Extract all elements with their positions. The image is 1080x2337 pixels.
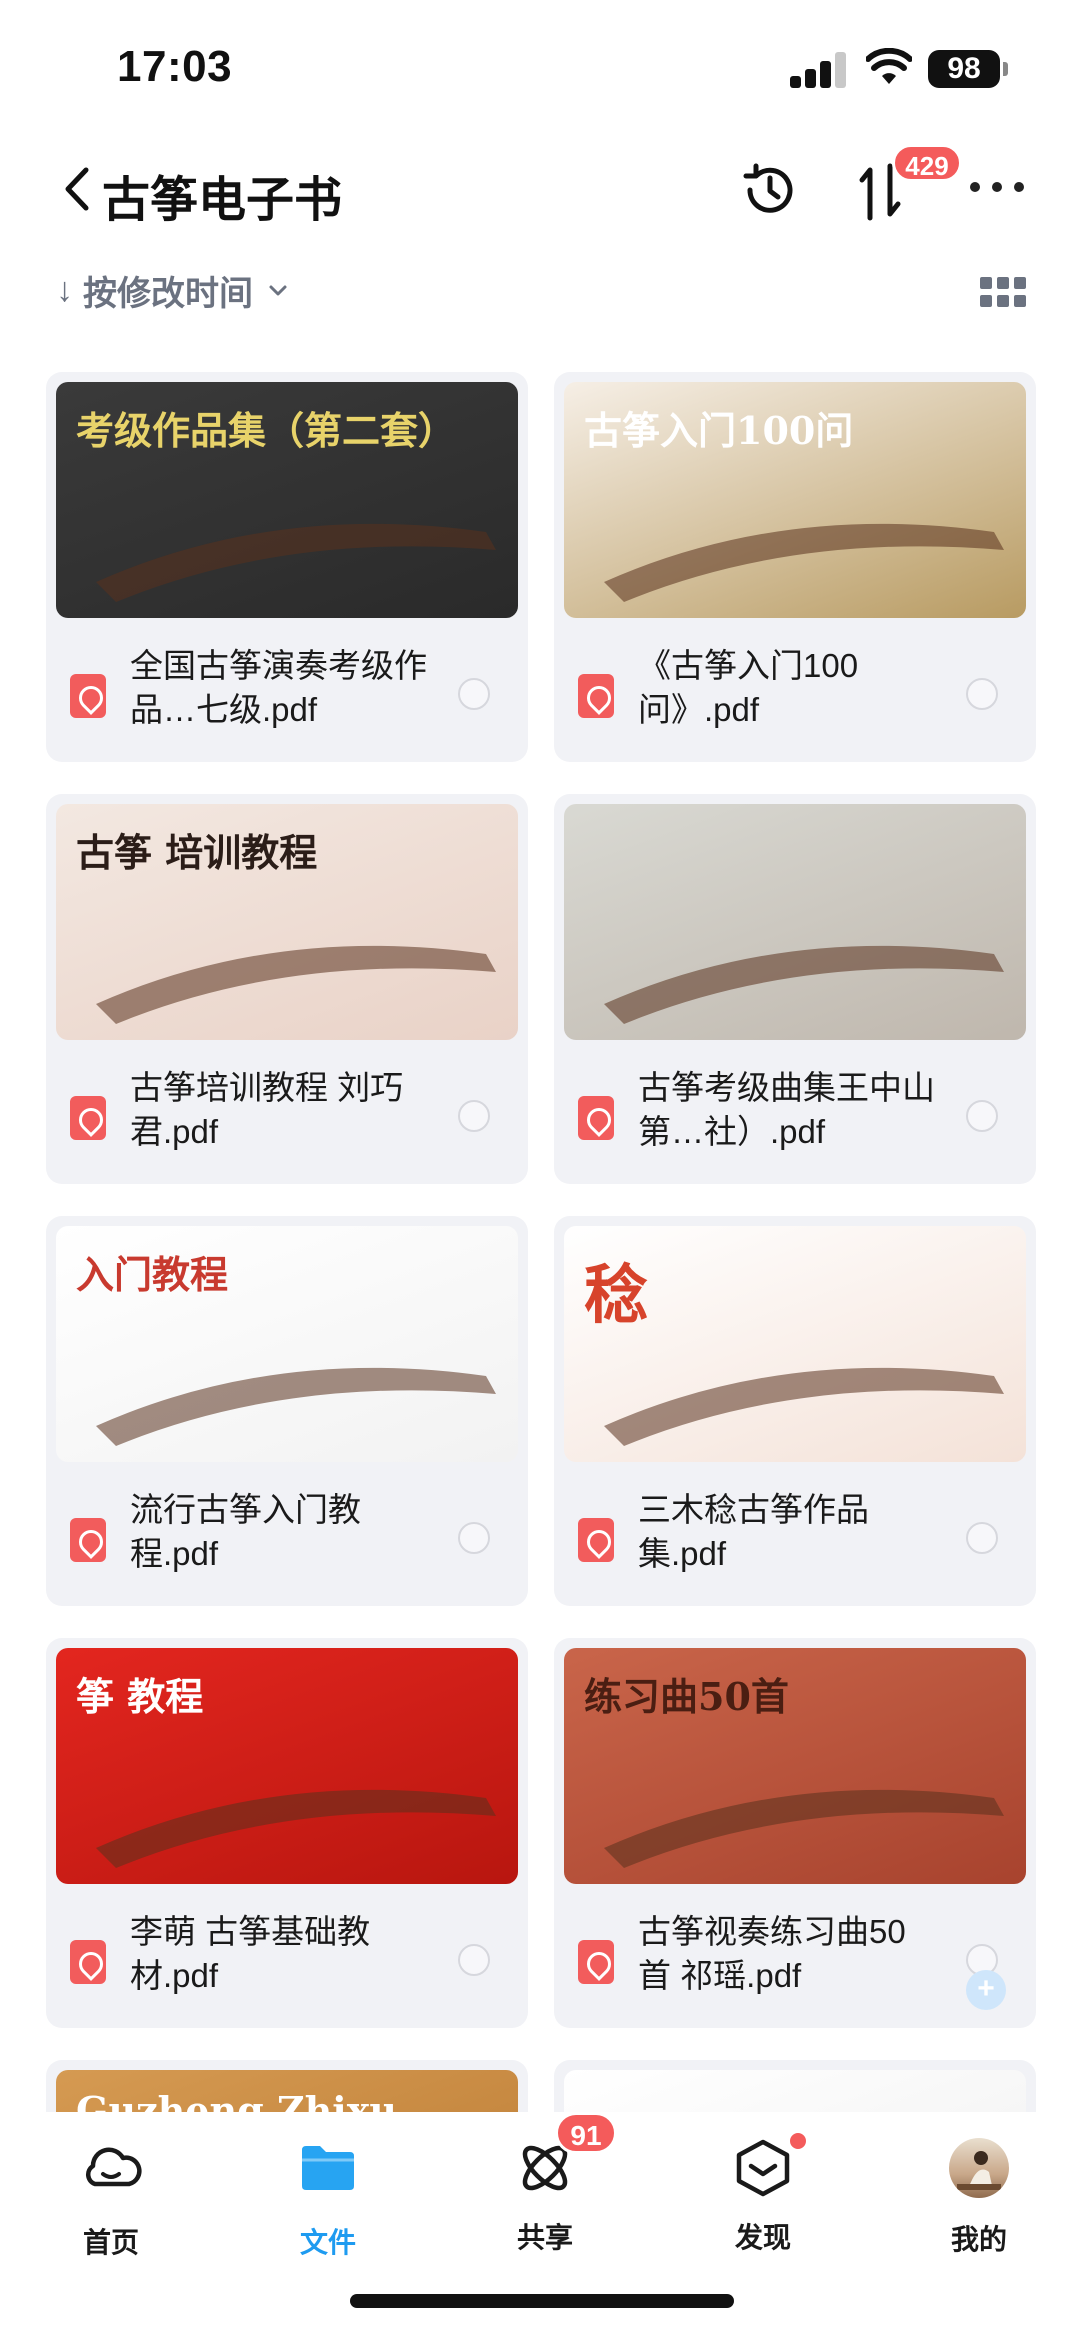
file-card[interactable]: 古筝 培训教程古筝培训教程 刘巧君.pdf: [46, 794, 528, 1184]
file-card[interactable]: 练习曲50首古筝视奏练习曲50首 祁瑶.pdf: [554, 1638, 1036, 2028]
sort-label: 按修改时间: [83, 274, 253, 313]
select-radio[interactable]: [458, 1100, 490, 1132]
file-thumbnail: 稔: [564, 1226, 1026, 1462]
file-card[interactable]: 筝 教程李萌 古筝基础教材.pdf: [46, 1638, 528, 2028]
tab-profile-label: 我的: [950, 2224, 1007, 2255]
avatar: [949, 2138, 1009, 2198]
pdf-file-icon: [70, 1518, 106, 1562]
home-indicator: [350, 2294, 734, 2308]
thumbnail-cover-text: 稔: [584, 1258, 648, 1333]
guzheng-illustration: [564, 2070, 1026, 2112]
tab-discover-label: 发现: [734, 2222, 791, 2253]
add-float-icon[interactable]: +: [966, 1970, 1006, 2010]
pdf-file-icon: [578, 674, 614, 718]
file-grid: 考级作品集（第二套） 全国古筝演奏考级作品…七级.pdf 古筝入门100问《古筝入门…: [46, 372, 1036, 2112]
battery-level: 98: [928, 50, 1000, 88]
page-title: 古筝电子书: [102, 174, 343, 227]
select-radio[interactable]: [458, 1944, 490, 1976]
file-thumbnail: Guzheng Zhixu Lianxiqu: [56, 2070, 518, 2112]
file-name: 三木稔古筝作品集.pdf: [638, 1491, 869, 1572]
file-card[interactable]: 入门教程流行古筝入门教程.pdf: [46, 1216, 528, 1606]
pdf-file-icon: [578, 1518, 614, 1562]
file-name: 流行古筝入门教程.pdf: [130, 1491, 361, 1572]
status-bar: 17:03 98: [0, 0, 1080, 140]
status-time: 17:03: [117, 42, 233, 91]
tab-share[interactable]: 91 共享: [470, 2112, 620, 2256]
tab-discover[interactable]: 发现: [688, 2130, 838, 2256]
nav-header: 古筝电子书 429: [0, 144, 1080, 230]
wifi-icon: [866, 48, 912, 84]
file-card[interactable]: 考级作品集（第二套） 全国古筝演奏考级作品…七级.pdf: [46, 372, 528, 762]
file-thumbnail: 古筝入门100问: [564, 382, 1026, 618]
tab-share-label: 共享: [516, 2222, 573, 2253]
select-radio[interactable]: [458, 1522, 490, 1554]
thumbnail-cover-text: 古筝入门100问: [584, 408, 854, 453]
file-thumbnail: 古筝 培训教程: [56, 804, 518, 1040]
select-radio[interactable]: [966, 678, 998, 710]
tab-home[interactable]: 首页: [36, 2136, 186, 2261]
tab-home-label: 首页: [82, 2227, 139, 2258]
file-thumbnail: 考级作品集（第二套）: [56, 382, 518, 618]
sort-selector[interactable]: ↓ 按修改时间: [56, 265, 289, 315]
chevron-down-icon: [269, 285, 287, 296]
tab-profile[interactable]: 我的: [904, 2136, 1054, 2258]
thumbnail-cover-text: 古筝 培训教程: [76, 830, 318, 875]
back-chevron-icon[interactable]: [58, 164, 98, 214]
file-thumbnail: [564, 804, 1026, 1040]
file-name: 古筝培训教程 刘巧君.pdf: [130, 1069, 404, 1150]
file-name: 李萌 古筝基础教材.pdf: [130, 1913, 371, 1994]
folder-icon: [302, 2146, 354, 2190]
sort-direction-icon: ↓: [56, 270, 73, 309]
file-card[interactable]: 古筝入门100问《古筝入门100问》.pdf: [554, 372, 1036, 762]
thumbnail-cover-text: 练习曲50首: [584, 1674, 789, 1719]
pdf-file-icon: [578, 1096, 614, 1140]
pdf-file-icon: [70, 1096, 106, 1140]
guzheng-illustration: [604, 945, 1004, 1024]
thumbnail-cover-text: 筝 教程: [76, 1674, 204, 1719]
file-name: 古筝考级曲集王中山第…社）.pdf: [638, 1069, 935, 1150]
file-thumbnail: 练习曲50首: [564, 1648, 1026, 1884]
thumbnail-cover-text: 入门教程: [76, 1252, 229, 1297]
file-name: 《古筝入门100问》.pdf: [638, 647, 859, 728]
thumbnail-cover-text: 考级作品集（第二套）: [76, 408, 457, 453]
pdf-file-icon: [578, 1940, 614, 1984]
discover-notification-dot: [787, 2130, 809, 2152]
file-card[interactable]: Guzheng Zhixu Lianxiqu: [46, 2060, 528, 2112]
file-card[interactable]: 稔三木稔古筝作品集.pdf: [554, 1216, 1036, 1606]
file-name: 全国古筝演奏考级作品…七级.pdf: [130, 647, 427, 728]
tab-files[interactable]: 文件: [253, 2136, 403, 2261]
file-card[interactable]: [554, 2060, 1036, 2112]
transfer-count-badge: 429: [892, 144, 962, 182]
select-radio[interactable]: [966, 1100, 998, 1132]
file-thumbnail: [564, 2070, 1026, 2112]
battery-icon: 98: [928, 50, 1008, 88]
share-count-badge: 91: [555, 2112, 617, 2154]
history-clock-icon[interactable]: [738, 158, 802, 222]
tab-files-label: 文件: [299, 2227, 356, 2258]
select-radio[interactable]: [966, 1522, 998, 1554]
file-thumbnail: 筝 教程: [56, 1648, 518, 1884]
file-thumbnail: 入门教程: [56, 1226, 518, 1462]
cellular-signal-icon: [790, 52, 846, 88]
grid-view-icon[interactable]: [980, 277, 1026, 307]
select-radio[interactable]: [458, 678, 490, 710]
discover-box-icon: [736, 2139, 790, 2197]
more-options-icon[interactable]: [970, 178, 1030, 198]
thumbnail-cover-text: Guzheng Zhixu Lianxiqu: [76, 2088, 397, 2112]
pdf-file-icon: [70, 674, 106, 718]
file-card[interactable]: 古筝考级曲集王中山第…社）.pdf: [554, 794, 1036, 1184]
file-name: 古筝视奏练习曲50首 祁瑶.pdf: [638, 1913, 906, 1994]
pdf-file-icon: [70, 1940, 106, 1984]
cloud-icon: [85, 2147, 142, 2187]
